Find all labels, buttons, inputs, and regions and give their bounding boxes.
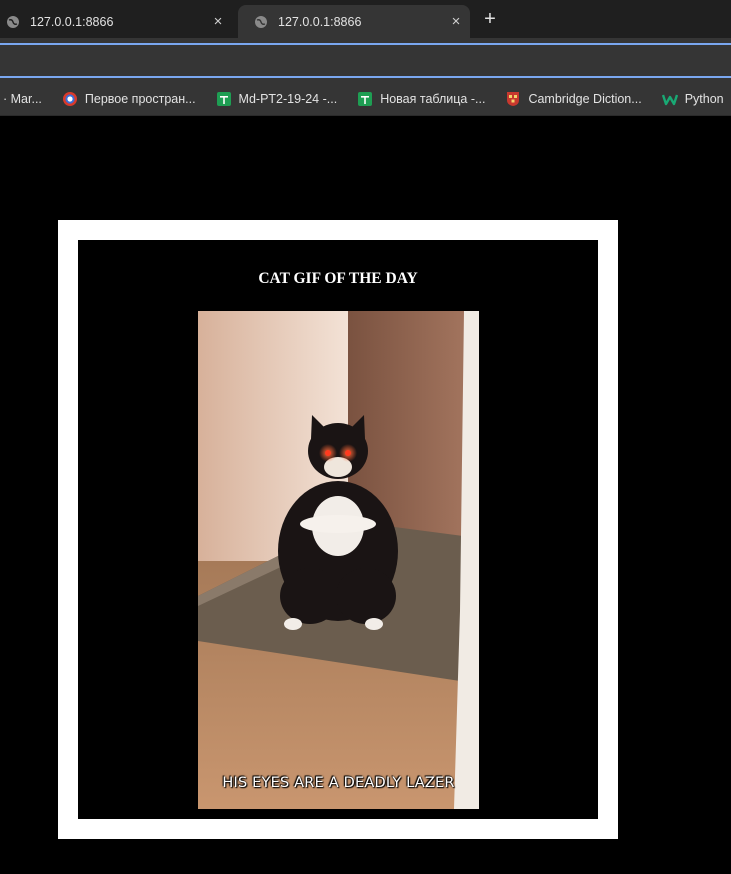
address-bar[interactable] xyxy=(0,43,731,78)
tab-title: 127.0.0.1:8866 xyxy=(30,14,114,29)
globe-icon xyxy=(255,15,267,28)
tab-2[interactable]: 127.0.0.1:8866 × xyxy=(238,5,470,38)
tab-1[interactable]: 127.0.0.1:8866 × xyxy=(0,5,232,38)
bookmarks-bar: · Mar... Первое простран... Md-PT2-19-24… xyxy=(0,82,731,116)
close-tab-icon[interactable]: × xyxy=(204,13,232,30)
bookmark-item[interactable]: Python xyxy=(661,91,724,107)
page-title: CAT GIF OF THE DAY xyxy=(258,270,418,287)
cambridge-icon xyxy=(507,91,520,106)
globe-icon xyxy=(7,15,19,28)
bookmark-item[interactable]: Новая таблица -... xyxy=(357,91,485,107)
bookmark-label: · Mar... xyxy=(3,91,42,106)
cat-gif-image xyxy=(198,311,479,809)
bookmark-label: Md-PT2-19-24 -... xyxy=(238,91,338,106)
w-icon xyxy=(661,94,678,105)
bookmark-label: Первое простран... xyxy=(84,91,196,106)
gif-card: CAT GIF OF THE DAY HIS EYES ARE A DEADLY… xyxy=(78,240,598,819)
gif-caption: HIS EYES ARE A DEADLY LAZER xyxy=(222,775,455,791)
bookmark-item[interactable]: Первое простран... xyxy=(62,91,196,107)
ring-icon xyxy=(62,91,77,106)
tab-title: 127.0.0.1:8866 xyxy=(278,14,362,29)
sheets-icon xyxy=(216,91,231,106)
bookmark-item[interactable]: Cambridge Diction... xyxy=(505,91,642,107)
tab-strip: 127.0.0.1:8866 × 127.0.0.1:8866 × + xyxy=(0,0,731,38)
gif-frame: CAT GIF OF THE DAY HIS EYES ARE A DEADLY… xyxy=(58,220,618,839)
bookmark-item[interactable]: Md-PT2-19-24 -... xyxy=(216,91,338,107)
toolbar xyxy=(0,38,731,82)
cat-gif: HIS EYES ARE A DEADLY LAZER xyxy=(198,311,479,809)
bookmark-label: Новая таблица -... xyxy=(380,91,486,106)
bookmark-item[interactable]: · Mar... xyxy=(3,92,42,106)
close-tab-icon[interactable]: × xyxy=(442,13,470,30)
sheets-icon xyxy=(358,91,373,106)
new-tab-button[interactable]: + xyxy=(478,7,502,31)
bookmark-label: Cambridge Diction... xyxy=(528,91,642,106)
bookmark-label: Python xyxy=(684,91,724,106)
